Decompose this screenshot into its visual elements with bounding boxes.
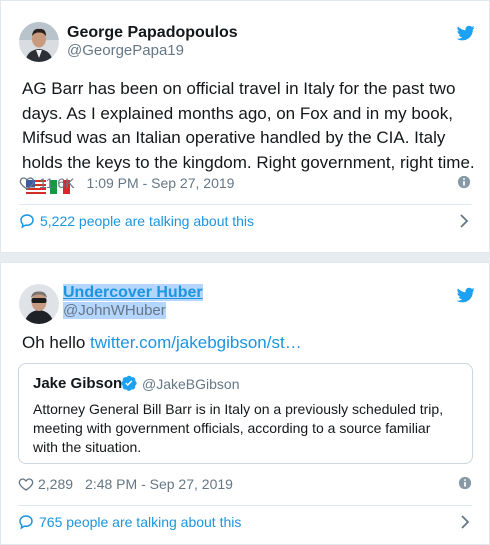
author-handle[interactable]: @GeorgePapa19 [67,42,184,59]
chevron-right-icon [460,214,469,228]
conversation-link[interactable]: 5,222 people are talking about this [19,210,471,232]
tweet-body: Oh hello [22,333,91,352]
tweet-card: George Papadopoulos @GeorgePapa19 AG Bar… [0,0,490,253]
heart-icon[interactable] [18,476,34,492]
tweet-timestamp[interactable]: 1:09 PM - Sep 27, 2019 [87,175,235,191]
speech-bubble-icon [20,214,34,229]
tweet-meta: 2,289 2:48 PM - Sep 27, 2019 [18,474,472,494]
talking-count: 765 people are talking about this [39,514,242,530]
info-icon[interactable] [458,476,472,490]
tweet-timestamp[interactable]: 2:48 PM - Sep 27, 2019 [85,476,233,492]
author-handle[interactable]: @JohnWHuber [63,302,166,319]
twitter-bird-icon[interactable] [456,24,476,42]
tweet-link[interactable]: twitter.com/jakebgibson/st… [90,333,302,352]
info-icon[interactable] [457,175,471,189]
avatar[interactable] [19,22,59,62]
tweet-body: AG Barr has been on official travel in I… [22,79,475,172]
twitter-bird-icon[interactable] [456,286,476,304]
like-count[interactable]: 2,289 [38,476,73,492]
speech-bubble-icon [19,515,33,530]
divider [19,204,471,205]
author-name[interactable]: George Papadopoulos [67,24,238,42]
talking-count: 5,222 people are talking about this [40,213,255,229]
conversation-link[interactable]: 765 people are talking about this [18,511,472,533]
tweet-meta: 11.6K 1:09 PM - Sep 27, 2019 [19,173,471,193]
avatar[interactable] [19,284,59,324]
chevron-right-icon [461,515,470,529]
quoted-author-handle: @JakeBGibson [142,376,240,392]
author-name[interactable]: Undercover Huber [63,284,203,302]
quoted-tweet[interactable]: Jake Gibson @JakeBGibson Attorney Genera… [18,363,473,464]
like-count[interactable]: 11.6K [39,175,75,191]
divider [18,505,472,506]
quoted-author-name: Jake Gibson [33,375,123,392]
heart-icon[interactable] [19,175,35,191]
quoted-tweet-text: Attorney General Bill Barr is in Italy o… [33,401,444,455]
verified-badge-icon [121,375,137,391]
tweet-text: Oh hello twitter.com/jakebgibson/st… [22,331,477,356]
